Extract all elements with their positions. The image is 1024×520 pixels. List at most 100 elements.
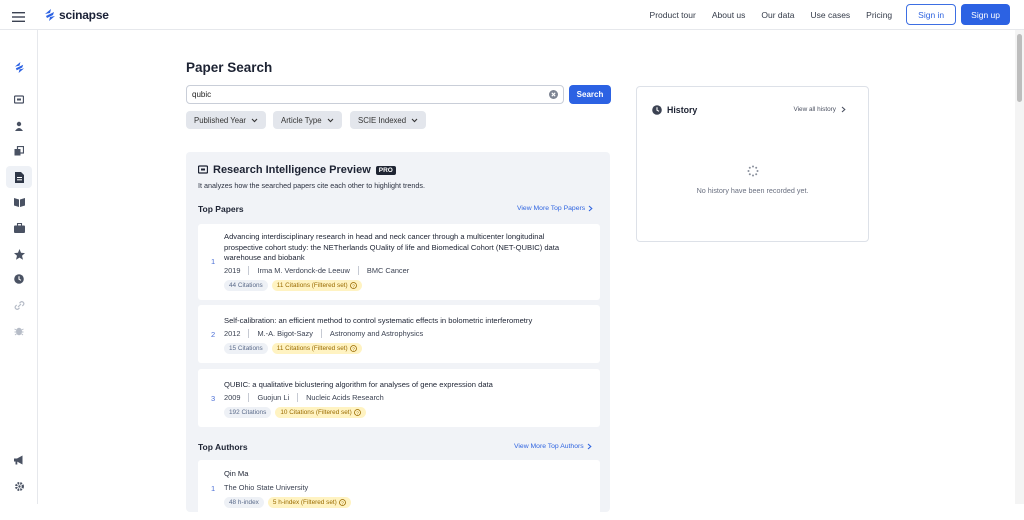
dashboard-icon[interactable] <box>6 89 32 111</box>
sidebar-logo-icon[interactable] <box>6 56 32 78</box>
paper-author[interactable]: Irma M. Verdonck-de Leeuw <box>257 266 349 275</box>
paper-rank: 2 <box>211 330 216 339</box>
nav-product-tour[interactable]: Product tour <box>650 10 696 20</box>
research-intelligence-description: It analyzes how the searched papers cite… <box>198 181 425 190</box>
scrollbar-thumb[interactable] <box>1017 34 1022 102</box>
svg-text:?: ? <box>352 346 355 352</box>
author-name[interactable]: Qin Ma <box>224 469 574 480</box>
research-intelligence-panel: Research Intelligence Preview PRO It ana… <box>186 152 610 520</box>
paper-title[interactable]: Advancing interdisciplinary research in … <box>224 232 574 264</box>
bug-icon[interactable] <box>6 320 32 342</box>
loading-spinner-icon <box>747 164 759 182</box>
nav-use-cases[interactable]: Use cases <box>810 10 850 20</box>
help-circle-icon[interactable]: ? <box>353 409 361 416</box>
scinapse-logo[interactable]: scinapse <box>44 8 109 22</box>
paper-author[interactable]: Guojun Li <box>257 393 289 402</box>
view-all-history-link[interactable]: View all history <box>793 106 846 113</box>
paper-meta: 2009 Guojun Li Nucleic Acids Research <box>224 393 384 402</box>
citations-badge: 15 Citations <box>224 343 268 354</box>
top-paper-card[interactable]: 1 Advancing interdisciplinary research i… <box>198 224 600 300</box>
filtered-citations-label: 11 Citations (Filtered set) <box>276 345 348 352</box>
paper-search-icon[interactable] <box>6 166 32 188</box>
filter-scie-indexed[interactable]: SCIE Indexed <box>350 111 427 129</box>
page-scrollbar[interactable] <box>1015 30 1024 504</box>
paper-venue[interactable]: Nucleic Acids Research <box>306 393 384 402</box>
settings-gear-icon[interactable] <box>6 475 32 497</box>
view-more-label: View More Top Papers <box>517 205 586 212</box>
filter-label: Published Year <box>194 115 247 125</box>
filter-label: Article Type <box>281 115 322 125</box>
chevron-down-icon <box>411 118 418 122</box>
search-input[interactable]: qubic <box>186 85 564 104</box>
chevron-right-icon <box>841 106 846 113</box>
top-paper-card[interactable]: 2 Self-calibration: an efficient method … <box>198 305 600 363</box>
clock-icon[interactable] <box>6 268 32 290</box>
filter-label: SCIE Indexed <box>358 115 407 125</box>
history-heading: History <box>652 105 697 115</box>
help-circle-icon[interactable]: ? <box>349 345 357 352</box>
menu-icon[interactable] <box>12 9 25 27</box>
history-panel: History View all history No history have… <box>636 86 869 242</box>
search-button[interactable]: Search <box>569 85 611 104</box>
paper-year: 2009 <box>224 393 241 402</box>
nav-our-data[interactable]: Our data <box>761 10 794 20</box>
sign-up-button[interactable]: Sign up <box>961 4 1010 25</box>
chevron-down-icon <box>327 118 333 122</box>
paper-title[interactable]: Self-calibration: an efficient method to… <box>224 316 574 327</box>
clear-search-icon[interactable] <box>549 90 558 101</box>
star-icon[interactable] <box>6 243 32 265</box>
filtered-citations-label: 11 Citations (Filtered set) <box>276 282 348 289</box>
paper-meta: 2012 M.-A. Bigot-Sazy Astronomy and Astr… <box>224 329 423 338</box>
top-authors-heading: Top Authors <box>198 442 248 452</box>
research-intelligence-title: Research Intelligence Preview <box>213 164 371 176</box>
filtered-citations-badge: 11 Citations (Filtered set) ? <box>271 280 362 291</box>
author-rank: 1 <box>211 484 216 493</box>
book-icon[interactable] <box>6 191 32 213</box>
author-tags: 48 h-index 5 h-index (Filtered set) ? <box>224 497 351 508</box>
paper-year: 2012 <box>224 329 241 338</box>
paper-tags: 15 Citations 11 Citations (Filtered set)… <box>224 343 362 354</box>
page-title: Paper Search <box>186 60 273 75</box>
top-papers-heading: Top Papers <box>198 204 244 214</box>
chevron-down-icon <box>251 118 258 122</box>
nav-about-us[interactable]: About us <box>712 10 746 20</box>
clock-icon <box>652 105 662 115</box>
sign-in-button[interactable]: Sign in <box>906 4 957 25</box>
view-more-label: View More Top Authors <box>514 443 584 450</box>
paper-year: 2019 <box>224 266 241 275</box>
filter-article-type[interactable]: Article Type <box>273 111 342 129</box>
help-circle-icon[interactable]: ? <box>349 282 357 289</box>
paper-tags: 192 Citations 10 Citations (Filtered set… <box>224 407 366 418</box>
nav-pricing[interactable]: Pricing <box>866 10 892 20</box>
top-author-card[interactable]: 1 Qin Ma The Ohio State University 48 h-… <box>198 460 600 520</box>
paper-author[interactable]: M.-A. Bigot-Sazy <box>257 329 312 338</box>
paper-meta: 2019 Irma M. Verdonck-de Leeuw BMC Cance… <box>224 266 409 275</box>
svg-text:?: ? <box>352 283 355 289</box>
paper-venue[interactable]: BMC Cancer <box>367 266 409 275</box>
history-empty-message: No history have been recorded yet. <box>696 186 809 195</box>
top-paper-card[interactable]: 3 QUBIC: a qualitative biclustering algo… <box>198 369 600 427</box>
author-affiliation: The Ohio State University <box>224 483 309 492</box>
history-title: History <box>667 105 698 115</box>
paper-title[interactable]: QUBIC: a qualitative biclustering algori… <box>224 380 574 391</box>
chevron-right-icon <box>587 443 592 450</box>
help-circle-icon[interactable]: ? <box>338 499 346 506</box>
paper-rank: 3 <box>211 394 216 403</box>
view-all-history-label: View all history <box>793 106 836 113</box>
research-intelligence-heading: Research Intelligence Preview PRO <box>198 164 396 176</box>
search-query-text: qubic <box>192 90 212 99</box>
collections-icon[interactable] <box>6 140 32 162</box>
briefcase-icon[interactable] <box>6 217 32 239</box>
user-icon[interactable] <box>6 115 32 137</box>
paper-tags: 44 Citations 11 Citations (Filtered set)… <box>224 280 362 291</box>
link-icon[interactable] <box>6 294 32 316</box>
filter-published-year[interactable]: Published Year <box>186 111 267 129</box>
megaphone-icon[interactable] <box>6 449 32 471</box>
view-more-top-authors-link[interactable]: View More Top Authors <box>514 443 592 450</box>
filtered-citations-badge: 11 Citations (Filtered set) ? <box>271 343 362 354</box>
filtered-citations-badge: 10 Citations (Filtered set) ? <box>275 407 366 418</box>
paper-venue[interactable]: Astronomy and Astrophysics <box>330 329 423 338</box>
view-more-top-papers-link[interactable]: View More Top Papers <box>517 205 593 212</box>
h-index-badge: 48 h-index <box>224 497 264 508</box>
svg-text:?: ? <box>341 500 344 506</box>
